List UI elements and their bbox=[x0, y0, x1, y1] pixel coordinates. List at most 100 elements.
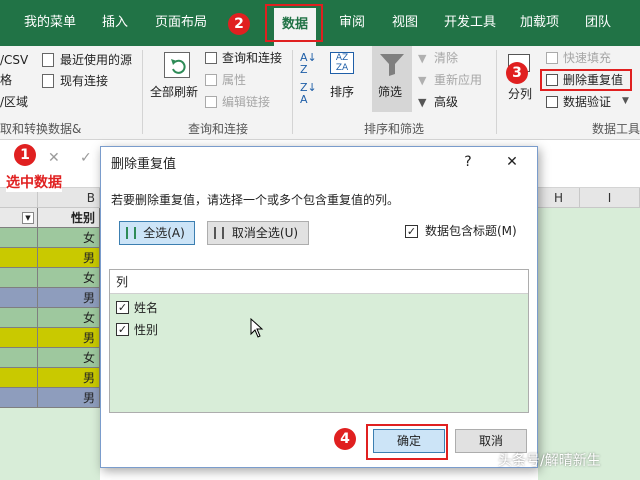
tab-review[interactable]: 审阅 bbox=[339, 13, 365, 33]
advanced-button[interactable]: 高级 bbox=[434, 94, 458, 110]
table-cell[interactable]: 男 bbox=[38, 248, 100, 268]
refresh-all-button[interactable]: 全部刷新 bbox=[150, 84, 198, 100]
step-marker-4: 4 bbox=[334, 428, 356, 450]
table-cell[interactable]: 男 bbox=[38, 288, 100, 308]
tab-my-menu[interactable]: 我的菜单 bbox=[24, 13, 76, 33]
step-marker-2: 2 bbox=[228, 13, 250, 35]
highlight-data-tab bbox=[265, 4, 323, 42]
select-all-label: 全选(A) bbox=[143, 226, 185, 240]
step-marker-1: 1 bbox=[14, 144, 36, 166]
group-label-queries: 查询和连接 bbox=[188, 122, 249, 136]
tab-insert[interactable]: 插入 bbox=[102, 13, 128, 33]
data-validation-button[interactable]: 数据验证 bbox=[563, 94, 611, 110]
split-button[interactable]: 分列 bbox=[508, 86, 534, 102]
unselect-all-button[interactable]: 取消全选(U) bbox=[207, 221, 309, 245]
step-marker-3: 3 bbox=[506, 62, 528, 84]
sort-descending-icon[interactable]: Z↓ A bbox=[300, 82, 317, 106]
sort-icon: AZ ZA bbox=[330, 52, 354, 74]
properties-button[interactable]: 属性 bbox=[222, 72, 246, 88]
from-csv-button[interactable]: /CSV bbox=[0, 52, 28, 68]
tab-view[interactable]: 视图 bbox=[392, 13, 418, 33]
group-label-data-tools: 数据工具 bbox=[592, 122, 640, 136]
connection-icon bbox=[42, 74, 54, 88]
tab-page-layout[interactable]: 页面布局 bbox=[155, 13, 207, 33]
document-icon bbox=[42, 53, 54, 67]
column-checkbox[interactable]: ✓ bbox=[116, 301, 129, 314]
group-label-sort-filter: 排序和筛选 bbox=[364, 122, 425, 136]
select-all-button[interactable]: 全选(A) bbox=[119, 221, 195, 245]
table-cell[interactable] bbox=[0, 388, 38, 408]
column-name: 性别 bbox=[134, 323, 159, 337]
properties-icon bbox=[205, 74, 217, 86]
group-label-get-data: 取和转换数据& bbox=[0, 122, 82, 136]
table-cell[interactable] bbox=[0, 228, 38, 248]
column-header-h[interactable]: H bbox=[538, 188, 580, 208]
highlight-ok-button bbox=[366, 424, 448, 460]
tab-team[interactable]: 团队 bbox=[585, 13, 611, 33]
clear-filter-icon: ▼ bbox=[418, 52, 427, 65]
queries-icon bbox=[205, 52, 217, 64]
column-header-i[interactable]: I bbox=[580, 188, 640, 208]
existing-connections-button[interactable]: 现有连接 bbox=[60, 73, 108, 89]
help-button[interactable]: ? bbox=[457, 151, 479, 173]
headers-checkbox-label: 数据包含标题(M) bbox=[425, 224, 517, 238]
sort-button[interactable]: 排序 bbox=[330, 84, 354, 100]
table-cell[interactable]: 女 bbox=[38, 308, 100, 328]
select-all-icon bbox=[126, 227, 136, 239]
tab-addins[interactable]: 加载项 bbox=[520, 13, 559, 33]
chevron-down-icon[interactable]: ▼ bbox=[622, 96, 629, 106]
unselect-all-icon bbox=[214, 227, 224, 239]
table-cell[interactable] bbox=[0, 348, 38, 368]
dialog-title: 删除重复值 bbox=[111, 157, 177, 172]
recent-sources-button[interactable]: 最近使用的源 bbox=[60, 52, 132, 68]
advanced-filter-icon: ▼ bbox=[418, 96, 427, 109]
clear-button[interactable]: 清除 bbox=[434, 50, 458, 66]
headers-checkbox[interactable]: ✓ bbox=[405, 225, 418, 238]
table-cell[interactable] bbox=[0, 248, 38, 268]
tab-developer[interactable]: 开发工具 bbox=[444, 13, 496, 33]
table-header-gender[interactable]: 性别 bbox=[38, 208, 100, 228]
table-cell[interactable] bbox=[0, 268, 38, 288]
reapply-icon: ▼ bbox=[418, 74, 427, 87]
filter-button[interactable]: 筛选 bbox=[378, 84, 402, 100]
flash-fill-icon bbox=[546, 52, 558, 64]
queries-connections-button[interactable]: 查询和连接 bbox=[222, 50, 282, 66]
group-separator bbox=[292, 50, 293, 134]
table-cell[interactable]: 男 bbox=[38, 388, 100, 408]
remove-duplicates-dialog: 删除重复值 ? ✕ 若要删除重复值，请选择一个或多个包含重复值的列。 全选(A)… bbox=[100, 146, 538, 468]
table-cell[interactable]: 女 bbox=[38, 228, 100, 248]
cancel-icon[interactable]: ✕ bbox=[48, 150, 60, 166]
table-cell[interactable] bbox=[0, 308, 38, 328]
from-table-button[interactable]: 格 bbox=[0, 72, 12, 88]
data-validation-icon bbox=[546, 96, 558, 108]
table-cell[interactable]: 女 bbox=[38, 268, 100, 288]
step-1-label: 选中数据 bbox=[6, 172, 62, 192]
columns-list-header: 列 bbox=[110, 270, 528, 294]
filter-button-bg[interactable] bbox=[372, 46, 412, 112]
table-cell[interactable] bbox=[0, 288, 38, 308]
from-range-button[interactable]: /区域 bbox=[0, 94, 28, 110]
selected-range-below[interactable] bbox=[0, 408, 100, 480]
watermark: 头条号/解晴新生 bbox=[498, 453, 601, 469]
flash-fill-button[interactable]: 快速填充 bbox=[563, 50, 611, 66]
table-header-cell[interactable]: ▼ bbox=[0, 208, 38, 228]
unselect-all-label: 取消全选(U) bbox=[231, 226, 299, 240]
table-cell[interactable]: 女 bbox=[38, 348, 100, 368]
close-button[interactable]: ✕ bbox=[499, 151, 525, 173]
column-name: 姓名 bbox=[134, 301, 159, 315]
filter-dropdown-icon[interactable]: ▼ bbox=[22, 212, 34, 224]
table-cell[interactable] bbox=[0, 328, 38, 348]
dialog-instruction: 若要删除重复值，请选择一个或多个包含重复值的列。 bbox=[111, 193, 400, 207]
table-cell[interactable]: 男 bbox=[38, 368, 100, 388]
selected-range-tail[interactable] bbox=[538, 208, 640, 480]
highlight-remove-duplicates bbox=[540, 69, 632, 91]
column-checkbox[interactable]: ✓ bbox=[116, 323, 129, 336]
columns-list[interactable]: 列 ✓ 姓名 ✓ 性别 bbox=[109, 269, 529, 413]
reapply-button[interactable]: 重新应用 bbox=[434, 72, 482, 88]
table-cell[interactable] bbox=[0, 368, 38, 388]
edit-links-button[interactable]: 编辑链接 bbox=[222, 94, 270, 110]
confirm-icon[interactable]: ✓ bbox=[80, 150, 92, 166]
table-cell[interactable]: 男 bbox=[38, 328, 100, 348]
mouse-cursor-icon bbox=[250, 317, 264, 341]
sort-ascending-icon[interactable]: A↓ Z bbox=[300, 52, 317, 76]
